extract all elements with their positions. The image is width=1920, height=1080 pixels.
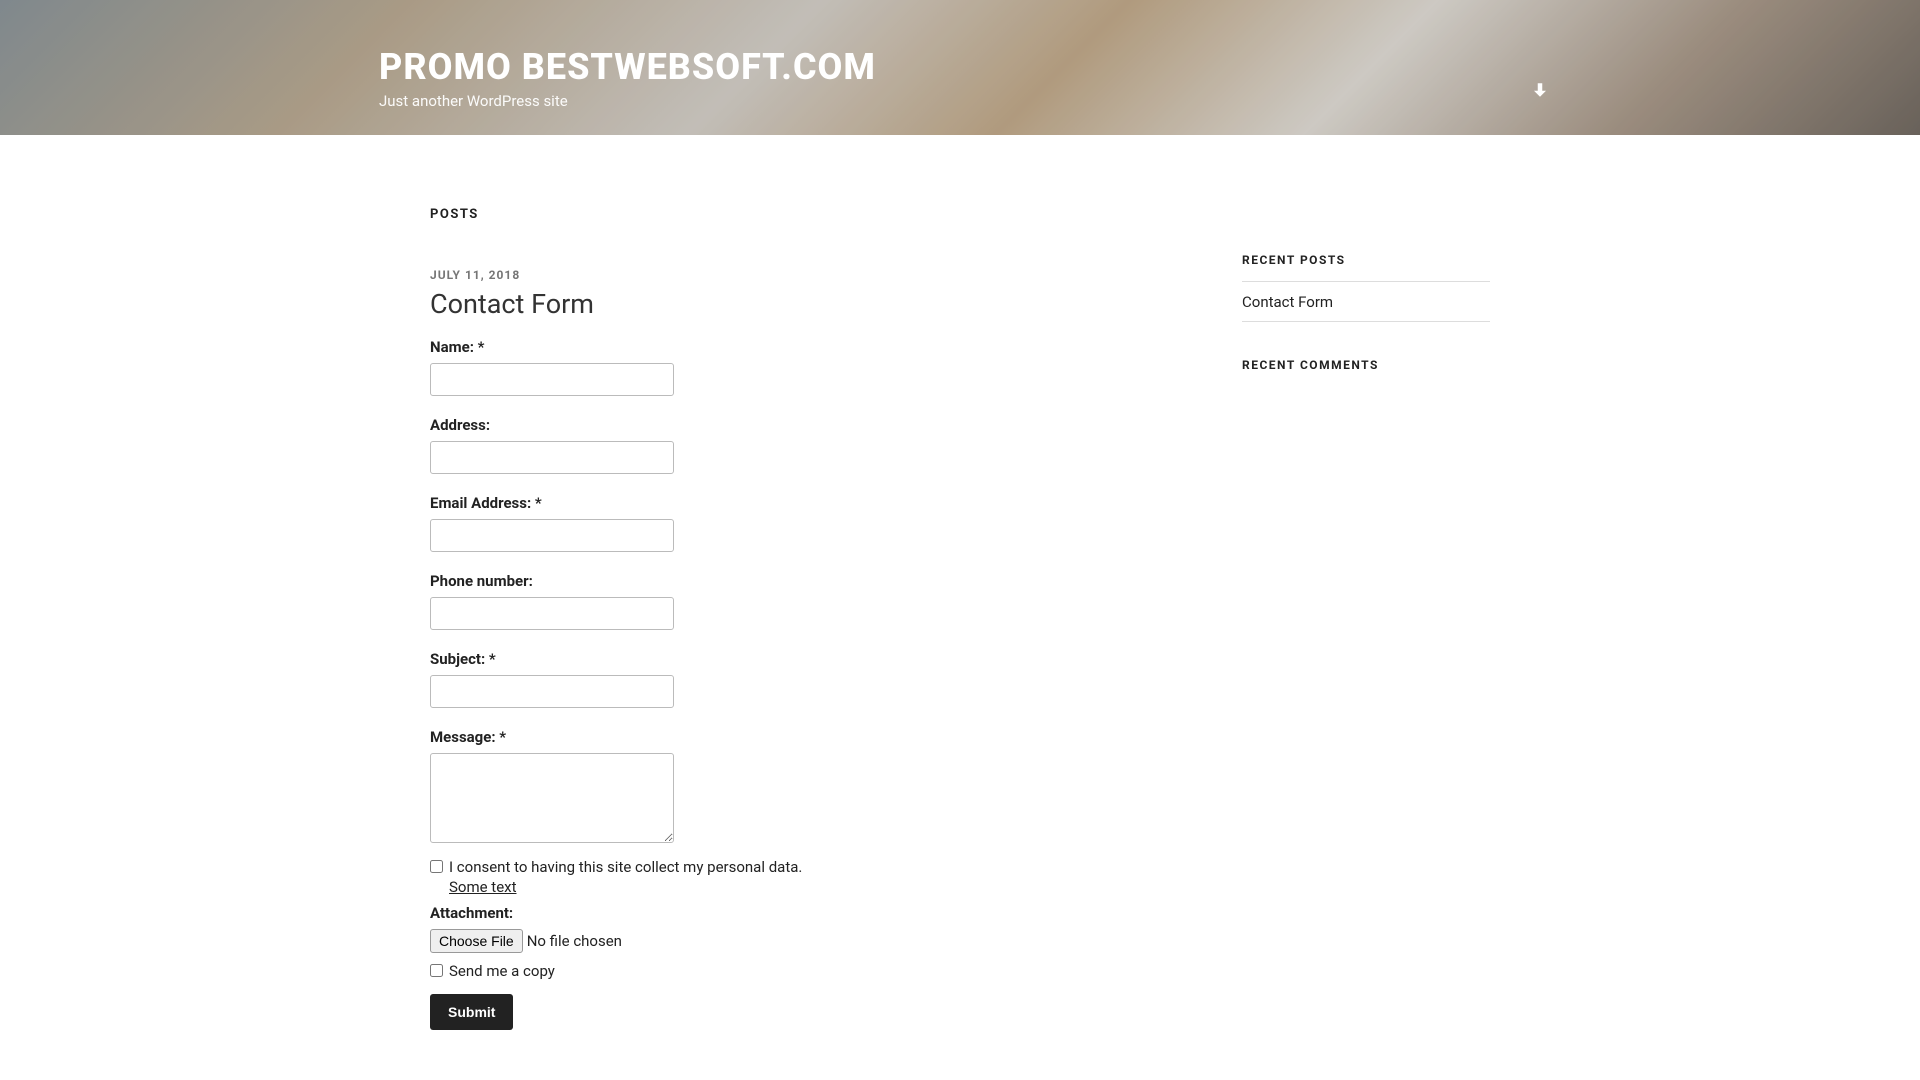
message-textarea[interactable]: [430, 753, 674, 843]
email-label: Email Address: *: [430, 494, 838, 512]
send-copy-label: Send me a copy: [449, 961, 555, 981]
email-input[interactable]: [430, 519, 674, 552]
submit-button[interactable]: Submit: [430, 994, 513, 1030]
address-input[interactable]: [430, 441, 674, 474]
attachment-label: Attachment:: [430, 904, 838, 922]
main-column: POSTS JULY 11, 2018 Contact Form Name: *…: [430, 135, 838, 1030]
posts-heading: POSTS: [430, 207, 838, 222]
site-title[interactable]: PROMO BESTWEBSOFT.COM: [379, 46, 876, 88]
send-copy-row: Send me a copy: [430, 961, 838, 981]
recent-posts-list: Contact Form: [1242, 281, 1490, 322]
post-title[interactable]: Contact Form: [430, 288, 838, 320]
recent-post-link[interactable]: Contact Form: [1242, 293, 1333, 311]
scroll-down-button[interactable]: [1526, 78, 1554, 106]
address-label: Address:: [430, 416, 838, 434]
hero-banner: PROMO BESTWEBSOFT.COM Just another WordP…: [0, 0, 1920, 135]
subject-input[interactable]: [430, 675, 674, 708]
sidebar: RECENT POSTS Contact Form RECENT COMMENT…: [1242, 135, 1490, 1030]
hero-overlay: [0, 0, 1920, 135]
recent-posts-title: RECENT POSTS: [1242, 253, 1490, 267]
send-copy-checkbox[interactable]: [430, 964, 443, 977]
recent-comments-title: RECENT COMMENTS: [1242, 358, 1490, 372]
consent-text-wrap: I consent to having this site collect my…: [449, 857, 838, 898]
post-date[interactable]: JULY 11, 2018: [430, 268, 838, 282]
list-item: Contact Form: [1242, 282, 1490, 322]
hero-content: PROMO BESTWEBSOFT.COM Just another WordP…: [379, 46, 876, 110]
name-input[interactable]: [430, 363, 674, 396]
consent-link[interactable]: Some text: [449, 878, 517, 896]
message-label: Message: *: [430, 728, 838, 746]
site-tagline: Just another WordPress site: [379, 92, 876, 110]
contact-form: Name: * Address: Email Address: * Phone …: [430, 338, 838, 1030]
consent-checkbox[interactable]: [430, 860, 443, 873]
name-label: Name: *: [430, 338, 838, 356]
phone-label: Phone number:: [430, 572, 838, 590]
file-status: No file chosen: [527, 932, 622, 950]
subject-label: Subject: *: [430, 650, 838, 668]
choose-file-button[interactable]: Choose File: [430, 929, 523, 953]
arrow-down-icon: [1531, 81, 1549, 103]
phone-input[interactable]: [430, 597, 674, 630]
consent-text: I consent to having this site collect my…: [449, 858, 802, 876]
consent-row: I consent to having this site collect my…: [430, 857, 838, 898]
file-row: Choose File No file chosen: [430, 929, 838, 953]
